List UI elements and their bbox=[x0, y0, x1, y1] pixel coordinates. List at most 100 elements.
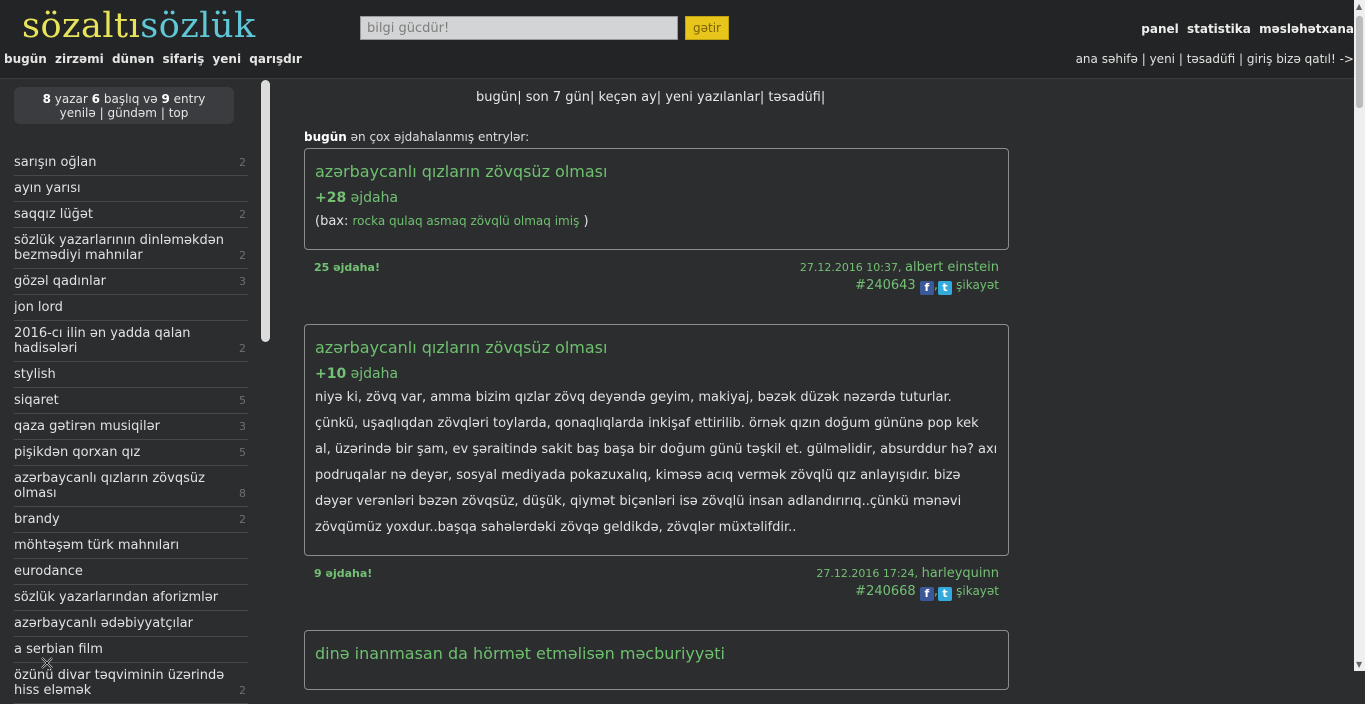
sidebar-topic-label: 2016-cı ilin ən yadda qalan hadisələri bbox=[14, 326, 191, 356]
subnav-zirzemi[interactable]: zirzəmi bbox=[55, 52, 104, 66]
sidebar-topic-label: a serbian film bbox=[14, 642, 103, 657]
subnav-yeni[interactable]: yeni bbox=[212, 52, 241, 66]
subnav-bugun[interactable]: bugün bbox=[4, 52, 47, 66]
bax-link[interactable]: rocka qulaq asmaq zövqlü olmaq imiş bbox=[353, 214, 580, 228]
report-link[interactable]: şikayət bbox=[956, 278, 999, 292]
sidebar-topic[interactable]: gözəl qadınlar 3 bbox=[14, 269, 248, 295]
sidebar-topic[interactable]: sözlük yazarlarının dinləməkdən bezmədiy… bbox=[14, 228, 248, 269]
subnav-sifaris[interactable]: sifariş bbox=[163, 52, 205, 66]
report-link[interactable]: şikayət bbox=[956, 584, 999, 598]
sidebar-topic[interactable]: stylish bbox=[14, 362, 248, 388]
sidebar-topic[interactable]: pişikdən qorxan qız 5 bbox=[14, 440, 248, 466]
sidebar-topic-count: 3 bbox=[239, 420, 246, 433]
sidebar-topic[interactable]: azərbaycanlı ədəbiyyatçılar bbox=[14, 611, 248, 637]
stats-link-gundem[interactable]: gündəm bbox=[107, 106, 157, 120]
top-links: ana səhifə | yeni | təsadüfi | giriş biz… bbox=[1076, 52, 1354, 66]
entry-id[interactable]: #240643 bbox=[855, 278, 916, 293]
sidebar-topic[interactable]: saqqız lüğət 2 bbox=[14, 202, 248, 228]
sidebar-topic-label: özünü divar təqviminin üzərində hiss elə… bbox=[14, 668, 225, 698]
separator: | bbox=[1178, 52, 1187, 66]
sidebar-topic-label: stylish bbox=[14, 367, 56, 382]
twitter-icon[interactable]: t bbox=[937, 587, 952, 601]
facebook-icon[interactable]: f bbox=[919, 281, 934, 295]
stats-link-yenile[interactable]: yenilə bbox=[60, 106, 96, 120]
entry-score-label: əjdaha bbox=[350, 190, 399, 206]
entry-date: 27.12.2016 17:24, bbox=[816, 567, 919, 580]
sidebar-topic-label: jon lord bbox=[14, 300, 63, 315]
site-logo[interactable]: sözaltısözlük bbox=[22, 6, 256, 46]
sidebar-scrollbar[interactable] bbox=[261, 80, 270, 342]
separator: | bbox=[1141, 52, 1150, 66]
sidebar-topic-count: 5 bbox=[239, 394, 246, 407]
sidebar-topic[interactable]: qaza gətirən musiqilər 3 bbox=[14, 414, 248, 440]
tab-tesadufi[interactable]: təsadüfi bbox=[768, 90, 821, 105]
sidebar-topic[interactable]: azərbaycanlı qızların zövqsüz olması 8 bbox=[14, 466, 248, 507]
separator: | bbox=[517, 90, 522, 105]
period-tabs: bugün| son 7 gün| keçən ay| yeni yazılan… bbox=[476, 90, 825, 105]
section-title-rest: ən çox əjdahalanmış entrylər: bbox=[350, 130, 530, 144]
entry-votes-count: 25 bbox=[314, 261, 330, 274]
subnav-qarisdir[interactable]: qarışdır bbox=[249, 52, 301, 66]
facebook-icon[interactable]: f bbox=[919, 587, 934, 601]
separator: | bbox=[656, 90, 662, 105]
link-giris[interactable]: giriş bbox=[1247, 52, 1272, 66]
entry-votes[interactable]: 9 əjdaha! bbox=[314, 567, 372, 580]
sidebar-topic-label: saqqız lüğət bbox=[14, 207, 94, 222]
menu-meslehetxana[interactable]: məsləhətxana bbox=[1259, 22, 1354, 36]
sidebar-topic[interactable]: siqaret 5 bbox=[14, 388, 248, 414]
entry-title[interactable]: dinə inanmasan da hörmət etməlisən məcbu… bbox=[315, 644, 725, 663]
entry-title[interactable]: azərbaycanlı qızların zövqsüz olması bbox=[315, 162, 607, 181]
menu-statistika[interactable]: statistika bbox=[1187, 22, 1251, 36]
separator: | bbox=[160, 106, 165, 120]
twitter-icon[interactable]: t bbox=[937, 281, 952, 295]
sidebar-topic[interactable]: sözlük yazarlarından aforizmlər bbox=[14, 585, 248, 611]
section-title: bugün ən çox əjdahalanmış entrylər: bbox=[304, 130, 529, 144]
stats-link-top[interactable]: top bbox=[169, 106, 189, 120]
scrollbar-thumb[interactable] bbox=[1356, 16, 1363, 108]
sidebar-topic[interactable]: sarışın oğlan 2 bbox=[14, 150, 248, 176]
subnav-dunen[interactable]: dünən bbox=[112, 52, 154, 66]
sidebar-topic-count: 2 bbox=[239, 208, 246, 221]
stats-baslig-count: 6 bbox=[91, 92, 101, 106]
entry-author[interactable]: albert einstein bbox=[905, 260, 999, 275]
sidebar-topic[interactable]: möhtəşəm türk mahnıları bbox=[14, 533, 248, 559]
tab-yeni-yazilanlar[interactable]: yeni yazılanlar bbox=[665, 90, 760, 105]
search-input[interactable] bbox=[360, 16, 678, 40]
sidebar-topic[interactable]: 2016-cı ilin ən yadda qalan hadisələri 2 bbox=[14, 321, 248, 362]
sidebar-topic-label: sarışın oğlan bbox=[14, 155, 97, 170]
tab-kecen-ay[interactable]: keçən ay bbox=[599, 90, 657, 105]
link-tesadufi[interactable]: təsadüfi bbox=[1187, 52, 1235, 66]
link-bize-qatil[interactable]: bizə qatıl! -> bbox=[1276, 52, 1354, 66]
entry-id[interactable]: #240668 bbox=[855, 584, 916, 599]
page-scrollbar[interactable]: ▲ ▼ bbox=[1354, 0, 1365, 671]
menu-panel[interactable]: panel bbox=[1141, 22, 1178, 36]
entry-card: azərbaycanlı qızların zövqsüz olması +28… bbox=[304, 148, 1009, 250]
sidebar-topic[interactable]: brandy 2 bbox=[14, 507, 248, 533]
entry-author[interactable]: harleyquinn bbox=[922, 566, 999, 581]
separator: | bbox=[1239, 52, 1247, 66]
logo-part-1: sözaltı bbox=[22, 6, 141, 46]
search-button[interactable]: gətir bbox=[685, 16, 729, 40]
site-header: sözaltısözlük bugün zirzəmi dünən sifari… bbox=[0, 0, 1354, 79]
stats-entry-label: entry bbox=[173, 92, 206, 106]
entry-title[interactable]: azərbaycanlı qızların zövqsüz olması bbox=[315, 338, 607, 357]
entry-body: niyə ki, zövq var, amma bizim qızlar zöv… bbox=[315, 390, 998, 535]
bax-suffix: ) bbox=[583, 214, 589, 229]
entry-score-value: +10 bbox=[315, 366, 347, 382]
sidebar-topic[interactable]: eurodance bbox=[14, 559, 248, 585]
entry-votes[interactable]: 25 əjdaha! bbox=[314, 261, 380, 274]
sidebar-topic-count: 5 bbox=[239, 446, 246, 459]
link-yeni[interactable]: yeni bbox=[1150, 52, 1175, 66]
scroll-up-icon[interactable]: ▲ bbox=[1356, 2, 1362, 11]
link-ana-sehife[interactable]: ana səhifə bbox=[1076, 52, 1138, 66]
header-subnav: bugün zirzəmi dünən sifariş yeni qarışdı… bbox=[4, 52, 306, 66]
sidebar-topic[interactable]: ayın yarısı bbox=[14, 176, 248, 202]
scroll-down-icon[interactable]: ▼ bbox=[1356, 660, 1362, 669]
sidebar-topic[interactable]: jon lord bbox=[14, 295, 248, 321]
entry-votes-label: əjdaha! bbox=[325, 567, 373, 580]
separator: | bbox=[99, 106, 104, 120]
tab-son-7-gun[interactable]: son 7 gün bbox=[526, 90, 590, 105]
entry-body: (bax: rocka qulaq asmaq zövqlü olmaq imi… bbox=[315, 212, 998, 231]
sidebar-topic-label: azərbaycanlı ədəbiyyatçılar bbox=[14, 616, 193, 631]
tab-bugun[interactable]: bugün bbox=[476, 90, 517, 105]
